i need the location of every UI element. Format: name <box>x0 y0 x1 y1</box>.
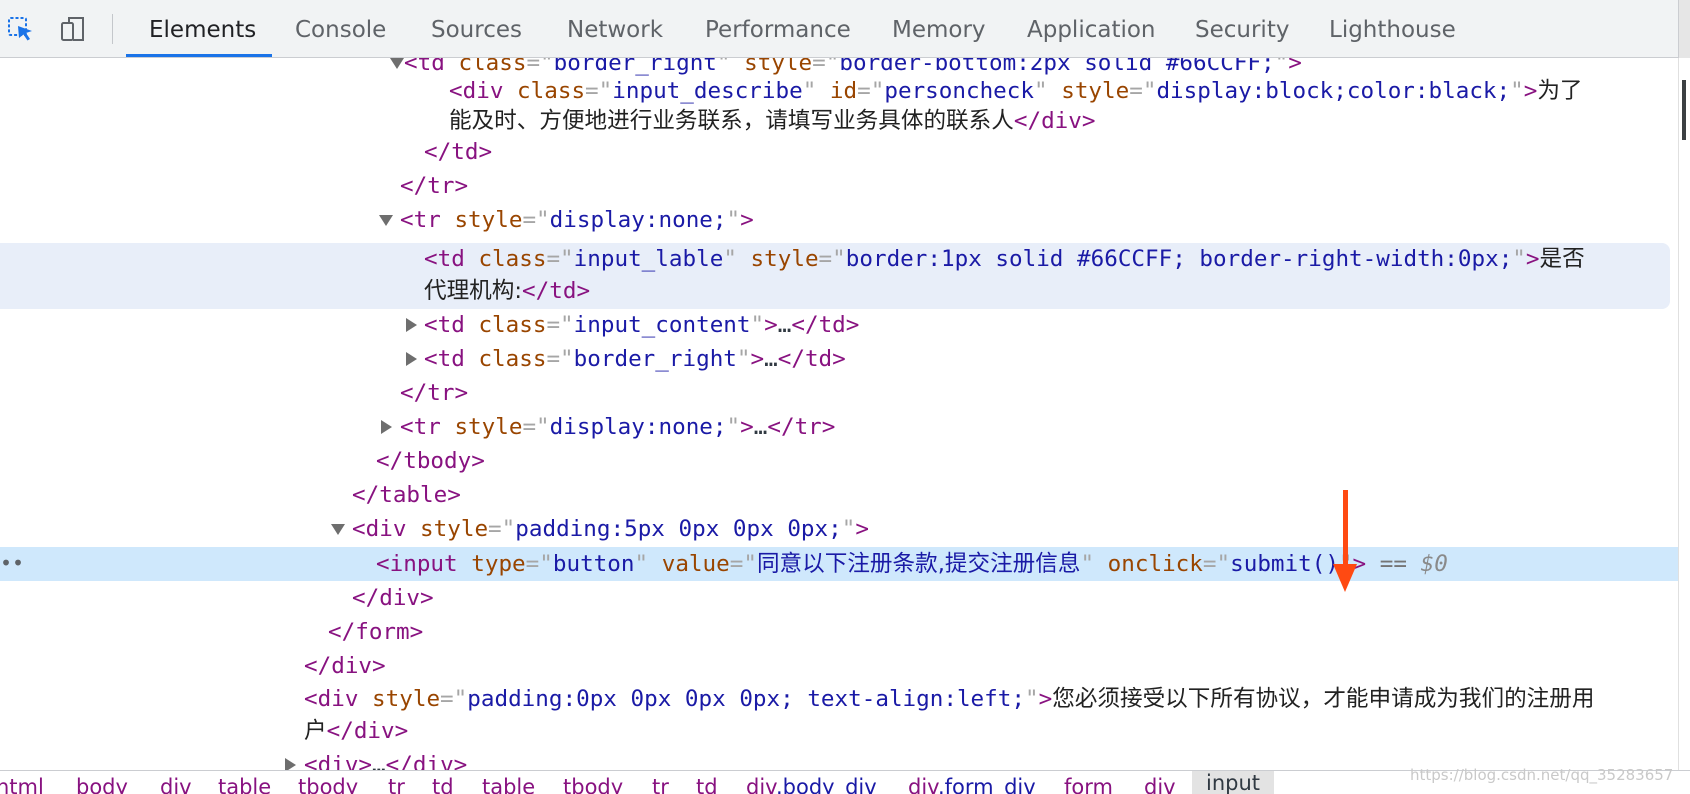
watermark: https://blog.csdn.net/qq_35283657 <box>1410 766 1674 784</box>
collapse-triangle-icon[interactable] <box>379 215 393 226</box>
toolbar-edge <box>1678 0 1690 58</box>
dom-line-td-border-right-collapsed[interactable]: <td class="border_right">…</td> <box>406 342 1690 376</box>
breadcrumb-item[interactable]: body <box>76 775 128 794</box>
breadcrumb-item[interactable]: html <box>0 775 44 794</box>
expand-triangle-icon[interactable] <box>381 420 392 434</box>
dom-line-div-input-describe[interactable]: <div class="input_describe" id="personch… <box>449 76 1690 106</box>
dom-line-td-input-content[interactable]: <td class="input_content">…</td> <box>406 308 1690 342</box>
breadcrumb-item[interactable]: tr <box>388 775 405 794</box>
breadcrumb-item[interactable]: tr <box>652 775 669 794</box>
annotation-arrow-icon <box>1333 490 1357 592</box>
expand-triangle-icon[interactable] <box>406 318 417 332</box>
dom-line-div-text-align-cont[interactable]: 户</div> <box>304 715 1690 747</box>
tab-sources[interactable]: Sources <box>431 0 522 58</box>
dom-line-td-border-right[interactable]: <td class="border_right" style="border-b… <box>390 58 1690 76</box>
dom-line-close-tbody[interactable]: </tbody> <box>376 444 1690 478</box>
dom-line-tr-display-none[interactable]: <tr style="display:none;"> <box>379 203 1690 237</box>
breadcrumb-item[interactable]: table <box>482 775 535 794</box>
tab-elements[interactable]: Elements <box>149 0 256 58</box>
breadcrumb-item[interactable]: div <box>160 775 192 794</box>
tab-security[interactable]: Security <box>1195 0 1289 58</box>
dom-line-close-tr[interactable]: </tr> <box>400 376 1690 410</box>
dom-line-td-input-lable-cont[interactable]: 代理机构:</td> <box>424 275 1690 307</box>
scrollbar-thumb[interactable] <box>1682 80 1686 140</box>
collapse-triangle-icon[interactable] <box>390 58 404 69</box>
dom-line-close-div[interactable]: </div> <box>352 581 1690 615</box>
dom-line-div-input-describe-cont[interactable]: 能及时、方便地进行业务联系，请填写业务具体的联系人</div> <box>449 106 1690 136</box>
breadcrumb-item[interactable]: tbody <box>298 775 358 794</box>
dom-line-tr-display-none-collapsed[interactable]: <tr style="display:none;">…</tr> <box>381 410 1690 444</box>
tab-network[interactable]: Network <box>567 0 663 58</box>
breadcrumb-item[interactable]: div <box>1144 775 1176 794</box>
vertical-scrollbar[interactable] <box>1678 58 1690 770</box>
dom-line-close-td[interactable]: </td> <box>424 135 1690 169</box>
dom-line-close-tr[interactable]: </tr> <box>400 169 1690 203</box>
inspect-element-icon[interactable] <box>6 14 36 44</box>
tab-performance[interactable]: Performance <box>705 0 851 58</box>
dom-tree-panel[interactable]: <td class="border_right" style="border-b… <box>0 58 1690 770</box>
dom-line-td-input-lable[interactable]: <td class="input_lable" style="border:1p… <box>424 243 1690 275</box>
dom-line-div-padding[interactable]: <div style="padding:5px 0px 0px 0px;"> <box>331 512 1690 546</box>
tab-application[interactable]: Application <box>1027 0 1156 58</box>
breadcrumb-item[interactable]: tbody <box>563 775 623 794</box>
breadcrumb-item-div-body[interactable]: div.body_div <box>746 775 877 794</box>
dom-line-close-div[interactable]: </div> <box>304 649 1690 683</box>
active-tab-indicator <box>126 54 272 57</box>
breadcrumb-item-div-form[interactable]: div.form_div <box>908 775 1036 794</box>
devtools-toolbar: Elements Console Sources Network Perform… <box>0 0 1690 58</box>
breadcrumb-item[interactable]: form <box>1064 775 1113 794</box>
breadcrumb-item[interactable]: td <box>696 775 718 794</box>
dom-line-div-text-align[interactable]: <div style="padding:0px 0px 0px 0px; tex… <box>304 683 1690 715</box>
expand-triangle-icon[interactable] <box>285 758 296 770</box>
dom-line-close-table[interactable]: </table> <box>352 478 1690 512</box>
breadcrumb-item[interactable]: td <box>432 775 454 794</box>
dom-line-close-form[interactable]: </form> <box>328 615 1690 649</box>
dom-line-input-button-selected[interactable]: <input type="button" value="同意以下注册条款,提交注… <box>376 547 1690 581</box>
device-toolbar-icon[interactable] <box>58 14 88 44</box>
tab-memory[interactable]: Memory <box>892 0 986 58</box>
tab-console[interactable]: Console <box>295 0 386 58</box>
breadcrumb-item[interactable]: table <box>218 775 271 794</box>
tab-lighthouse[interactable]: Lighthouse <box>1329 0 1456 58</box>
collapse-triangle-icon[interactable] <box>331 524 345 535</box>
selected-node-gutter: •• <box>0 551 25 575</box>
toolbar-separator <box>112 14 113 44</box>
expand-triangle-icon[interactable] <box>406 352 417 366</box>
breadcrumb-item-current[interactable]: input <box>1192 771 1275 794</box>
